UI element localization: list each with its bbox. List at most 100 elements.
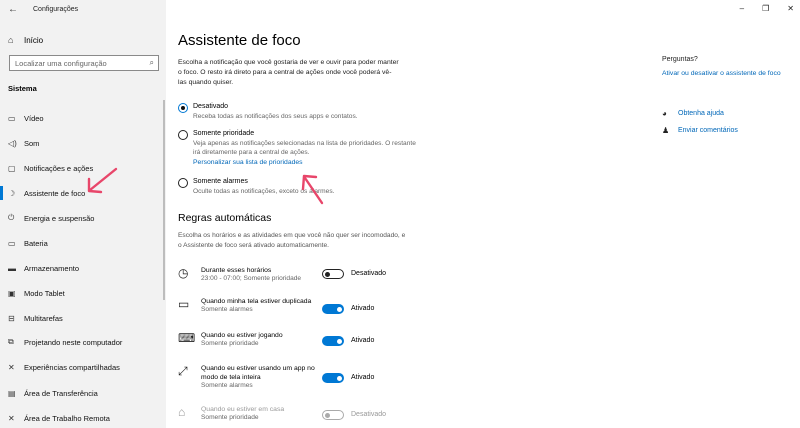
sidebar-item-label: Modo Tablet xyxy=(24,288,65,298)
toggle-switch[interactable] xyxy=(322,373,344,383)
home-label: Início xyxy=(24,35,44,45)
radio-somente-prioridade[interactable]: Somente prioridade Veja apenas as notifi… xyxy=(178,129,423,167)
toggle-switch xyxy=(322,410,344,420)
close-icon[interactable]: ✕ xyxy=(787,4,794,13)
sidebar: ← Configurações ⌂ Início Localizar uma c… xyxy=(0,0,166,428)
tablet-icon: ▣ xyxy=(8,288,16,298)
sidebar-scrollbar[interactable] xyxy=(163,100,165,300)
rule-tela-inteira[interactable]: ⤢ Quando eu estiver usando um app no mod… xyxy=(178,364,458,391)
feedback-link[interactable]: ♟ Enviar comentários xyxy=(662,126,782,135)
rule-label: Quando eu estiver em casa xyxy=(201,406,285,413)
sidebar-item-label: Experiências compartilhadas xyxy=(24,362,120,372)
project-icon: ⧉ xyxy=(8,337,14,346)
sidebar-item-video[interactable]: ▭ Vídeo xyxy=(8,111,158,125)
remote-icon: ✕ xyxy=(8,413,15,423)
monitor-icon: ▭ xyxy=(8,113,16,123)
multitask-icon: ⊟ xyxy=(8,313,15,323)
focus-assist-help-link[interactable]: Ativar ou desativar o assistente de foco xyxy=(662,69,782,79)
feedback-label: Enviar comentários xyxy=(678,126,738,134)
moon-icon: ☽ xyxy=(8,188,16,198)
home-nav-item[interactable]: ⌂ Início xyxy=(8,35,43,45)
toggle-state: Ativado xyxy=(351,305,375,312)
rule-label: Quando eu estiver usando um app no modo … xyxy=(201,365,315,382)
radio-description: Receba todas as notificações dos seus ap… xyxy=(193,112,358,120)
power-icon: ⏻ xyxy=(8,213,15,222)
sidebar-item-label: Vídeo xyxy=(24,113,44,123)
fullscreen-icon: ⤢ xyxy=(178,364,188,378)
rule-jogando[interactable]: ⌨ Quando eu estiver jogando Somente prio… xyxy=(178,331,458,349)
rule-sub: 23:00 - 07:00; Somente prioridade xyxy=(201,275,302,283)
rule-sub: Somente alarmes xyxy=(201,306,253,314)
sidebar-item-label: Armazenamento xyxy=(24,263,80,273)
get-help-label: Obtenha ajuda xyxy=(678,109,724,117)
sidebar-item-area-transferencia[interactable]: ▤ Área de Transferência xyxy=(8,386,158,400)
radio-button[interactable] xyxy=(178,178,188,188)
window-controls: – ❐ ✕ xyxy=(740,4,794,13)
search-icon: ⌕ xyxy=(149,58,154,67)
annotation-arrow-sidebar xyxy=(87,167,118,194)
rule-tela-duplicada[interactable]: ▭ Quando minha tela estiver duplicada So… xyxy=(178,297,458,315)
sidebar-item-armazenamento[interactable]: ▬ Armazenamento xyxy=(8,261,158,275)
toggle-switch[interactable] xyxy=(322,336,344,346)
radio-description: Veja apenas as notificações selecionadas… xyxy=(193,139,416,157)
clipboard-icon: ▤ xyxy=(8,388,16,398)
sidebar-item-modo-tablet[interactable]: ▣ Modo Tablet xyxy=(8,286,158,300)
rule-sub: Somente alarmes xyxy=(201,382,253,390)
clock-icon: ◷ xyxy=(178,266,189,280)
sidebar-item-label: Som xyxy=(24,138,40,148)
toggle-switch[interactable] xyxy=(322,304,344,314)
sidebar-item-multitarefas[interactable]: ⊟ Multitarefas xyxy=(8,311,158,325)
radio-button[interactable] xyxy=(178,103,188,113)
related-panel: Perguntas? Ativar ou desativar o assiste… xyxy=(662,56,782,135)
sidebar-item-label: Projetando neste computador xyxy=(24,337,123,347)
speaker-icon: ◁) xyxy=(8,138,17,148)
sidebar-item-label: Área de Trabalho Remota xyxy=(24,413,110,423)
back-arrow-icon[interactable]: ← xyxy=(8,4,18,15)
sidebar-item-label: Bateria xyxy=(24,238,48,248)
radio-label: Desativado xyxy=(193,103,229,110)
sidebar-item-projetando[interactable]: ⧉ Projetando neste computador xyxy=(8,335,158,349)
sidebar-item-energia[interactable]: ⏻ Energia e suspensão xyxy=(8,211,158,225)
page-description: Escolha a notificação que você gostaria … xyxy=(178,59,399,86)
rule-label: Quando minha tela estiver duplicada xyxy=(201,298,312,305)
share-icon: ✕ xyxy=(8,362,15,372)
toggle-state: Desativado xyxy=(351,411,387,418)
sidebar-item-area-trabalho-remota[interactable]: ✕ Área de Trabalho Remota xyxy=(8,411,158,425)
sidebar-item-bateria[interactable]: ▭ Bateria xyxy=(8,236,158,250)
rule-label: Durante esses horários xyxy=(201,267,272,274)
toggle-state: Desativado xyxy=(351,270,387,277)
battery-icon: ▭ xyxy=(8,238,16,248)
page-title: Assistente de foco xyxy=(178,32,301,49)
rule-sub: Somente prioridade xyxy=(201,340,259,348)
main-content: – ❐ ✕ Assistente de foco Escolha a notif… xyxy=(166,0,800,428)
radio-label: Somente prioridade xyxy=(193,130,255,137)
toggle-switch[interactable] xyxy=(322,269,344,279)
house-icon: ⌂ xyxy=(178,405,186,419)
sidebar-item-assistente-de-foco[interactable]: ☽ Assistente de foco xyxy=(0,186,158,200)
minimize-icon[interactable]: – xyxy=(740,4,744,13)
section-heading: Sistema xyxy=(8,84,37,93)
sidebar-item-som[interactable]: ◁) Som xyxy=(8,136,158,150)
rule-label: Quando eu estiver jogando xyxy=(201,332,283,339)
rule-horarios[interactable]: ◷ Durante esses horários 23:00 - 07:00; … xyxy=(178,266,458,284)
display-icon: ▭ xyxy=(178,297,190,311)
search-input[interactable]: Localizar uma configuração ⌕ xyxy=(9,55,159,71)
sidebar-item-label: Energia e suspensão xyxy=(24,213,95,223)
sidebar-item-label: Área de Transferência xyxy=(24,388,98,398)
sidebar-item-label: Notificações e ações xyxy=(24,163,94,173)
get-help-link[interactable]: ◕ Obtenha ajuda xyxy=(662,109,782,118)
search-placeholder: Localizar uma configuração xyxy=(15,58,107,68)
notification-icon: ▢ xyxy=(8,163,16,173)
sidebar-item-label: Multitarefas xyxy=(24,313,63,323)
priority-list-link[interactable]: Personalizar sua lista de prioridades xyxy=(193,158,423,168)
sidebar-item-experiencias[interactable]: ✕ Experiências compartilhadas xyxy=(8,360,158,374)
sidebar-item-notificacoes[interactable]: ▢ Notificações e ações xyxy=(8,161,158,175)
chat-help-icon: ◕ xyxy=(662,108,667,118)
radio-button[interactable] xyxy=(178,130,188,140)
rules-heading: Regras automáticas xyxy=(178,212,272,224)
annotation-arrow-link xyxy=(301,174,324,205)
rules-description: Escolha os horários e as atividades em q… xyxy=(178,232,406,249)
radio-desativado[interactable]: Desativado Receba todas as notificações … xyxy=(178,102,423,121)
toggle-state: Ativado xyxy=(351,337,375,344)
maximize-icon[interactable]: ❐ xyxy=(762,4,769,13)
